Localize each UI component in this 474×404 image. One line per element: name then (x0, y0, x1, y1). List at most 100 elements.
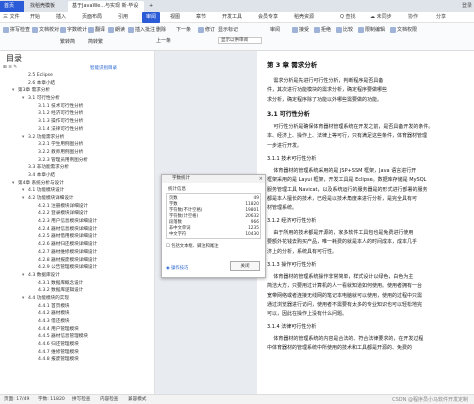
toc-item[interactable]: 3.4 本章小结 (0, 172, 155, 180)
tab-current-document[interactable]: 基于JavaWe...与实现 新·毕设 (68, 1, 144, 12)
menu-layout[interactable]: 页面布局 (82, 12, 102, 23)
menu-reference[interactable]: 引用 (118, 12, 128, 23)
collaborate-button[interactable]: 协作 (408, 12, 418, 23)
chevron-down-icon[interactable]: ▾ (22, 95, 26, 103)
stat-row: 中文字符 10430 (169, 232, 259, 237)
toc-item[interactable]: 4.2.7 器材维修模块详细设计 (0, 249, 155, 257)
menu-resources[interactable]: 稻壳资源 (294, 12, 314, 23)
toc-item[interactable]: 3.1.2 经济可行性分析 (0, 110, 155, 118)
toc-item[interactable]: 3.1.1 技术可行性分析 (0, 103, 155, 111)
toc-item[interactable]: 3.2.1 学生用例图分析 (0, 141, 155, 149)
trad-to-simp-button[interactable]: 繁转简 (60, 37, 75, 47)
menu-member[interactable]: 会员专享 (258, 12, 278, 23)
chevron-down-icon[interactable]: ▾ (22, 295, 26, 303)
toc-item[interactable]: 4.4.2 器材模块 (0, 310, 155, 318)
toc-item[interactable]: 4.2.9 公告管理模块详细设计 (0, 264, 155, 272)
close-dialog-button[interactable]: 关闭 (230, 261, 260, 271)
prev-comment-button[interactable]: 上一条 (156, 36, 171, 46)
tab-template[interactable]: 找稻壳模板 (26, 1, 66, 12)
restrict-edit-button[interactable]: 限制编辑 (358, 25, 385, 35)
smart-toc-button[interactable]: 智能识别目录 (90, 65, 117, 71)
chevron-down-icon[interactable]: ▾ (22, 134, 26, 142)
new-tab-button[interactable]: + (145, 1, 155, 12)
sync-status[interactable]: ☁ 未同步 (370, 12, 392, 23)
toc-item[interactable]: 4.4.5 器材信息管理模块 (0, 333, 155, 341)
toc-item[interactable]: 4.2.8 器材报废模块详细设计 (0, 257, 155, 265)
tab-home[interactable]: 首页 (0, 1, 24, 12)
menu-chapter[interactable]: 章节 (196, 12, 206, 23)
toc-item[interactable]: 4.4.4 用户管理模块 (0, 326, 155, 334)
simp-to-trad-button[interactable]: 简转繁 (88, 37, 103, 47)
content-check-indicator[interactable]: 内容检查 (100, 395, 118, 404)
translate-button[interactable]: 翻译 (88, 25, 105, 35)
compare-button[interactable]: 比较 (336, 25, 353, 35)
toc-item[interactable]: 4.3.1 数据库概念设计 (0, 280, 155, 288)
toc-item[interactable]: 4.2.4 器材信息模块详细设计 (0, 226, 155, 234)
toc-item[interactable]: 4.3.2 数据库逻辑设计 (0, 287, 155, 295)
spell-check-button[interactable]: 拼写检查 (3, 25, 30, 35)
toc-item[interactable]: 3.2.3 管理员用例图分析 (0, 157, 155, 165)
review-pane-button[interactable]: 审阅 (270, 25, 280, 35)
dialog-close-icon[interactable]: × (259, 175, 263, 183)
toc-item[interactable]: ▾ 4.1 功能模块设计 (0, 187, 155, 195)
page-indicator[interactable]: 页面: 17/49 (4, 395, 29, 404)
proofread-button[interactable]: 文档校对 (32, 25, 59, 35)
toc-item[interactable]: 4.2.2 登录模块详细设计 (0, 210, 155, 218)
reject-button[interactable]: 拒绝 (314, 25, 331, 35)
chevron-down-icon[interactable]: ▾ (22, 272, 26, 280)
stat-row: 非中文单词 1235 (169, 226, 259, 231)
chevron-down-icon[interactable]: ▾ (12, 180, 16, 188)
chevron-down-icon[interactable]: ▾ (22, 195, 26, 203)
find-button[interactable]: Q 查找 (340, 12, 356, 23)
chevron-down-icon[interactable]: ▾ (12, 87, 16, 95)
chevron-down-icon[interactable]: ▾ (22, 187, 26, 195)
toc-item[interactable]: ▾ 4.4 功能模块的实现 (0, 295, 155, 303)
word-count-button[interactable]: 字数统计 (60, 25, 87, 35)
menu-insert[interactable]: 插入 (56, 12, 66, 23)
delete-comment-button[interactable]: 删除 (156, 25, 166, 35)
show-markup-button[interactable]: 显示标记 (218, 25, 238, 35)
toc-item[interactable]: ▾ 第4章 系统分析与设计 (0, 180, 155, 188)
toc-item[interactable]: 2.6 本章小结 (0, 80, 155, 88)
toc-item[interactable]: 4.4.8 报废管理模块 (0, 356, 155, 364)
document-page[interactable]: 第 3 章 需求分析 需求分析是先进行可行性分析，判断程序是否具备 件，其次进行… (257, 51, 474, 394)
toc-item[interactable]: 3.3 非功能需求分析 (0, 164, 155, 172)
login-button[interactable]: 登录 (462, 2, 472, 9)
tips-link[interactable]: ◉ 操作技巧 (166, 265, 188, 271)
review-mode-select[interactable]: 显示以供审阅 (218, 37, 262, 44)
word-count-indicator[interactable]: 字数: 11820 (38, 395, 65, 404)
toc-item[interactable]: 4.2.1 注册模块详细设计 (0, 203, 155, 211)
toc-item[interactable]: 3.2.2 教师用例图分析 (0, 149, 155, 157)
toc-item[interactable]: 3.1.4 法律可行性分析 (0, 126, 155, 134)
toc-item[interactable]: ▾ 4.2 功能模块详细设计 (0, 195, 155, 203)
insert-comment-button[interactable]: 插入批注 (128, 25, 155, 35)
include-textbox-checkbox[interactable]: ☐ 包括文本框、脚注和尾注 (166, 243, 218, 249)
menu-devtools[interactable]: 开发工具 (222, 12, 242, 23)
menu-start[interactable]: 开始 (30, 12, 40, 23)
spell-check-indicator[interactable]: 拼写检查 (72, 395, 90, 404)
toc-item[interactable]: 4.2.5 器材借用模块详细设计 (0, 233, 155, 241)
toc-item[interactable]: ▾ 3.2 功能需求分析 (0, 134, 155, 142)
word-count-icon (60, 26, 66, 33)
toc-item[interactable]: ▾ 3.1 可行性分析 (0, 95, 155, 103)
menu-review[interactable]: 审阅 (142, 12, 161, 23)
menu-view[interactable]: 视图 (170, 12, 180, 23)
toc-item[interactable]: 3.1.3 操作可行性分析 (0, 118, 155, 126)
toc-item[interactable]: 4.2.6 器材归还模块详细设计 (0, 241, 155, 249)
read-aloud-button[interactable]: 朗读 (108, 25, 125, 35)
toc-item[interactable]: 4.4.7 维修管理模块 (0, 349, 155, 357)
accept-button[interactable]: 接受 (292, 25, 309, 35)
share-button[interactable]: 分享 (436, 12, 446, 23)
toc-item[interactable]: 4.4.3 借还模块 (0, 318, 155, 326)
next-comment-button[interactable]: 下一条 (176, 25, 191, 35)
track-changes-button[interactable]: 修订 (198, 25, 215, 35)
toc-item[interactable]: 2.5 Eclipse (0, 72, 155, 80)
file-menu[interactable]: 三 文件 (3, 12, 20, 23)
toc-item[interactable]: ▾ 第3章 需求分析 (0, 87, 155, 95)
toc-item[interactable]: 4.2.3 用户信息模块详细设计 (0, 218, 155, 226)
toc-item[interactable]: 4.4.6 归还管理模块 (0, 341, 155, 349)
toc-item[interactable]: 4.4.1 首页模块 (0, 303, 155, 311)
toc-item[interactable]: ▾ 4.3 数据库设计 (0, 272, 155, 280)
doc-permission-button[interactable]: 文档权限 (390, 25, 417, 35)
toc-controls[interactable]: ⊞ ≡ ✎ (3, 65, 17, 70)
